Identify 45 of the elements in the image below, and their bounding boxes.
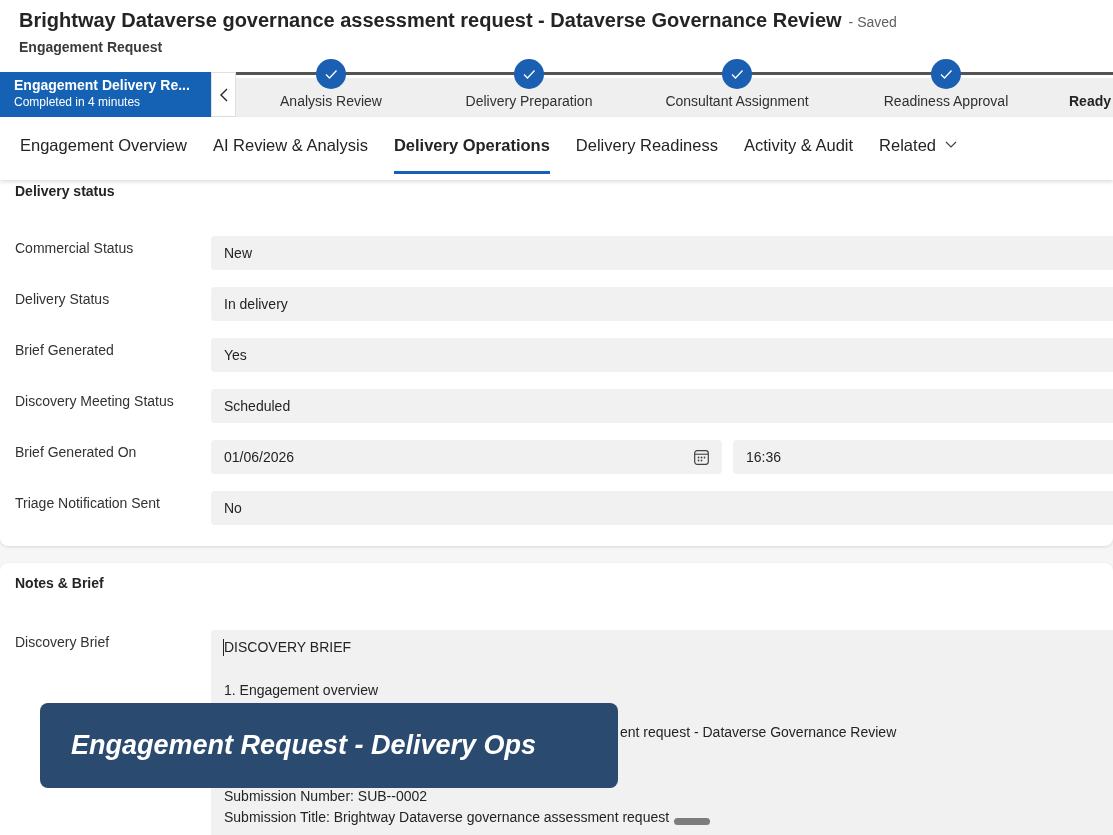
- section-title: Notes & Brief: [15, 574, 104, 592]
- active-stage-duration: Completed in 4 minutes: [14, 94, 141, 111]
- stage-label[interactable]: Ready: [1069, 92, 1112, 110]
- brief-line: Submission Number: SUB--0002: [224, 787, 428, 807]
- field-label: Delivery Status: [15, 291, 110, 308]
- field-label: Brief Generated: [15, 342, 114, 359]
- time-field[interactable]: 16:36: [733, 440, 1113, 474]
- field-label: Brief Generated On: [15, 444, 137, 461]
- scrollbar-thumb[interactable]: [674, 818, 710, 825]
- collapse-button[interactable]: [211, 72, 236, 117]
- brief-line: ent request - Dataverse Governance Review: [620, 723, 897, 743]
- input-field[interactable]: Yes: [211, 338, 1113, 372]
- stage-label[interactable]: Analysis Review: [280, 92, 382, 110]
- chevron-down-icon: [945, 141, 957, 148]
- brief-line: Submission Title: Brightway Dataverse governance assessment request: [224, 808, 670, 828]
- date-field[interactable]: 01/06/2026: [211, 440, 722, 474]
- section-title: Delivery status: [15, 182, 115, 200]
- active-stage-name: Engagement Delivery Re...: [14, 76, 190, 94]
- tab[interactable]: AI Review & Analysis: [212, 117, 368, 174]
- stage-label[interactable]: Delivery Preparation: [465, 92, 593, 110]
- tab[interactable]: Activity & Audit: [743, 117, 854, 174]
- field-label: Commercial Status: [15, 240, 134, 257]
- tab[interactable]: Related: [879, 117, 957, 174]
- stage-label[interactable]: Readiness Approval: [883, 92, 1009, 110]
- active-stage-flyout[interactable]: Engagement Delivery Re... Completed in 4 minutes: [0, 72, 211, 117]
- input-field[interactable]: Scheduled: [211, 389, 1113, 423]
- input-field[interactable]: No: [211, 491, 1113, 525]
- brief-line: DISCOVERY BRIEF: [224, 638, 352, 657]
- tab[interactable]: Delivery Readiness: [575, 117, 718, 174]
- tab-label: Related: [879, 136, 936, 155]
- stage-label[interactable]: Consultant Assignment: [665, 92, 809, 110]
- entity-name: Engagement Request: [19, 39, 163, 56]
- field-label: Triage Notification Sent: [15, 495, 160, 512]
- chevron-left-icon: [219, 87, 228, 102]
- field-label: Discovery Brief: [15, 634, 110, 651]
- tab[interactable]: Engagement Overview: [20, 117, 187, 174]
- tab[interactable]: Delivery Operations: [393, 117, 550, 174]
- calendar-icon[interactable]: [694, 449, 709, 465]
- save-status: - Saved: [848, 14, 897, 30]
- caption-banner: Engagement Request - Delivery Ops: [40, 703, 618, 788]
- input-field[interactable]: New: [211, 236, 1113, 270]
- record-title: Brightway Dataverse governance assessment request - Dataverse Governance Review: [19, 8, 842, 32]
- brief-line: 1. Engagement overview: [224, 680, 379, 700]
- input-field[interactable]: In delivery: [211, 287, 1113, 321]
- field-label: Discovery Meeting Status: [15, 393, 174, 410]
